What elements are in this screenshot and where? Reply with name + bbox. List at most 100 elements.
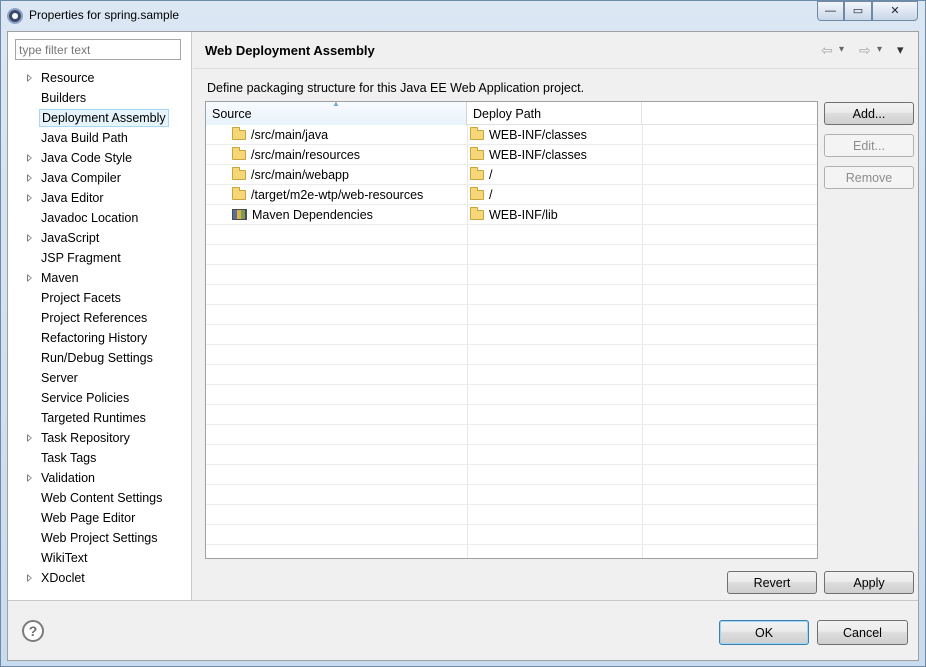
nav-item-label: Deployment Assembly — [39, 109, 169, 127]
folder-icon — [232, 127, 246, 140]
nav-item[interactable]: Refactoring History — [8, 328, 191, 348]
page-title: Web Deployment Assembly — [205, 43, 375, 58]
nav-item[interactable]: Java Compiler — [8, 168, 191, 188]
ok-button[interactable]: OK — [719, 620, 809, 645]
nav-item-label: Java Code Style — [41, 151, 133, 165]
column-header-deploy-path[interactable]: Deploy Path — [467, 102, 642, 125]
nav-item[interactable]: Task Repository — [8, 428, 191, 448]
nav-item[interactable]: Project References — [8, 308, 191, 328]
add-button[interactable]: Add... — [824, 102, 914, 125]
table-row[interactable]: /src/main/webapp / — [206, 165, 817, 185]
nav-item[interactable]: Java Build Path — [8, 128, 191, 148]
eclipse-icon — [7, 8, 23, 24]
nav-item[interactable]: Project Facets — [8, 288, 191, 308]
nav-item-label: WikiText — [41, 551, 88, 565]
nav-item[interactable]: Validation — [8, 468, 191, 488]
nav-item[interactable]: Deployment Assembly — [8, 108, 191, 128]
nav-item[interactable]: XDoclet — [8, 568, 191, 588]
nav-item-label: Service Policies — [41, 391, 130, 405]
nav-item-label: Resource — [41, 71, 95, 85]
expand-arrow-icon[interactable] — [27, 434, 32, 442]
empty-table-row — [206, 525, 817, 545]
nav-item[interactable]: Web Content Settings — [8, 488, 191, 508]
table-row[interactable]: Maven Dependencies WEB-INF/lib — [206, 205, 817, 225]
expand-arrow-icon[interactable] — [27, 74, 32, 82]
nav-item[interactable]: JavaScript — [8, 228, 191, 248]
table-row[interactable]: /target/m2e-wtp/web-resources / — [206, 185, 817, 205]
forward-arrow-icon[interactable]: ⇨ — [859, 42, 871, 59]
table-row[interactable]: /src/main/java WEB-INF/classes — [206, 125, 817, 145]
back-arrow-icon[interactable]: ⇦ — [821, 42, 833, 59]
nav-item[interactable]: Java Editor — [8, 188, 191, 208]
folder-icon — [470, 167, 484, 180]
empty-table-row — [206, 285, 817, 305]
table-body: /src/main/java WEB-INF/classes/src/main/r… — [206, 125, 817, 545]
nav-item[interactable]: Service Policies — [8, 388, 191, 408]
nav-item-label: Task Repository — [41, 431, 130, 445]
cancel-button[interactable]: Cancel — [817, 620, 908, 645]
nav-item-label: Refactoring History — [41, 331, 148, 345]
nav-item-label: Builders — [41, 91, 87, 105]
expand-arrow-icon[interactable] — [27, 174, 32, 182]
back-menu-icon[interactable]: ▾ — [839, 44, 844, 55]
expand-arrow-icon[interactable] — [27, 274, 32, 282]
nav-item[interactable]: WikiText — [8, 548, 191, 568]
nav-item-label: Java Compiler — [41, 171, 121, 185]
close-button[interactable]: ✕ — [872, 1, 918, 21]
expand-arrow-icon[interactable] — [27, 474, 32, 482]
apply-button[interactable]: Apply — [824, 571, 914, 594]
empty-table-row — [206, 465, 817, 485]
source-path: /src/main/java — [251, 128, 329, 142]
nav-item[interactable]: Resource — [8, 68, 191, 88]
nav-item[interactable]: Task Tags — [8, 448, 191, 468]
edit-button[interactable]: Edit... — [824, 134, 914, 157]
empty-table-row — [206, 305, 817, 325]
nav-item-label: Javadoc Location — [41, 211, 139, 225]
expand-arrow-icon[interactable] — [27, 154, 32, 162]
nav-item-label: Targeted Runtimes — [41, 411, 146, 425]
nav-item-label: Project References — [41, 311, 148, 325]
folder-icon — [470, 147, 484, 160]
expand-arrow-icon[interactable] — [27, 194, 32, 202]
filter-input[interactable] — [15, 39, 181, 60]
empty-table-row — [206, 385, 817, 405]
nav-item[interactable]: Run/Debug Settings — [8, 348, 191, 368]
deploy-path-cell: / — [470, 185, 642, 205]
folder-icon — [470, 127, 484, 140]
column-header-blank — [642, 102, 817, 125]
expand-arrow-icon[interactable] — [27, 234, 32, 242]
nav-item[interactable]: Java Code Style — [8, 148, 191, 168]
nav-item[interactable]: JSP Fragment — [8, 248, 191, 268]
maximize-button[interactable]: ▭ — [844, 1, 872, 21]
page-description: Define packaging structure for this Java… — [207, 81, 585, 95]
nav-item-label: Task Tags — [41, 451, 97, 465]
source-cell: /src/main/java — [232, 125, 467, 145]
nav-item[interactable]: Web Page Editor — [8, 508, 191, 528]
nav-item[interactable]: Web Project Settings — [8, 528, 191, 548]
footer-divider — [8, 600, 918, 601]
nav-item[interactable]: Server — [8, 368, 191, 388]
table-header: ▲ Source Deploy Path — [206, 102, 817, 125]
nav-item-label: Validation — [41, 471, 95, 485]
source-cell: /src/main/webapp — [232, 165, 467, 185]
source-path: Maven Dependencies — [252, 208, 373, 222]
title-bar[interactable]: Properties for spring.sample — ▭ ✕ — [1, 1, 925, 31]
expand-arrow-icon[interactable] — [27, 574, 32, 582]
empty-table-row — [206, 445, 817, 465]
forward-menu-icon[interactable]: ▾ — [877, 44, 882, 55]
sort-ascending-icon: ▲ — [332, 101, 340, 108]
folder-icon — [232, 187, 246, 200]
nav-item[interactable]: Targeted Runtimes — [8, 408, 191, 428]
table-row[interactable]: /src/main/resources WEB-INF/classes — [206, 145, 817, 165]
help-icon[interactable]: ? — [22, 620, 44, 642]
revert-button[interactable]: Revert — [727, 571, 817, 594]
minimize-button[interactable]: — — [817, 1, 844, 21]
empty-table-row — [206, 325, 817, 345]
nav-item[interactable]: Maven — [8, 268, 191, 288]
nav-item[interactable]: Javadoc Location — [8, 208, 191, 228]
remove-button[interactable]: Remove — [824, 166, 914, 189]
column-header-source[interactable]: ▲ Source — [206, 102, 467, 125]
view-menu-icon[interactable]: ▾ — [897, 42, 904, 58]
empty-table-row — [206, 245, 817, 265]
nav-item[interactable]: Builders — [8, 88, 191, 108]
